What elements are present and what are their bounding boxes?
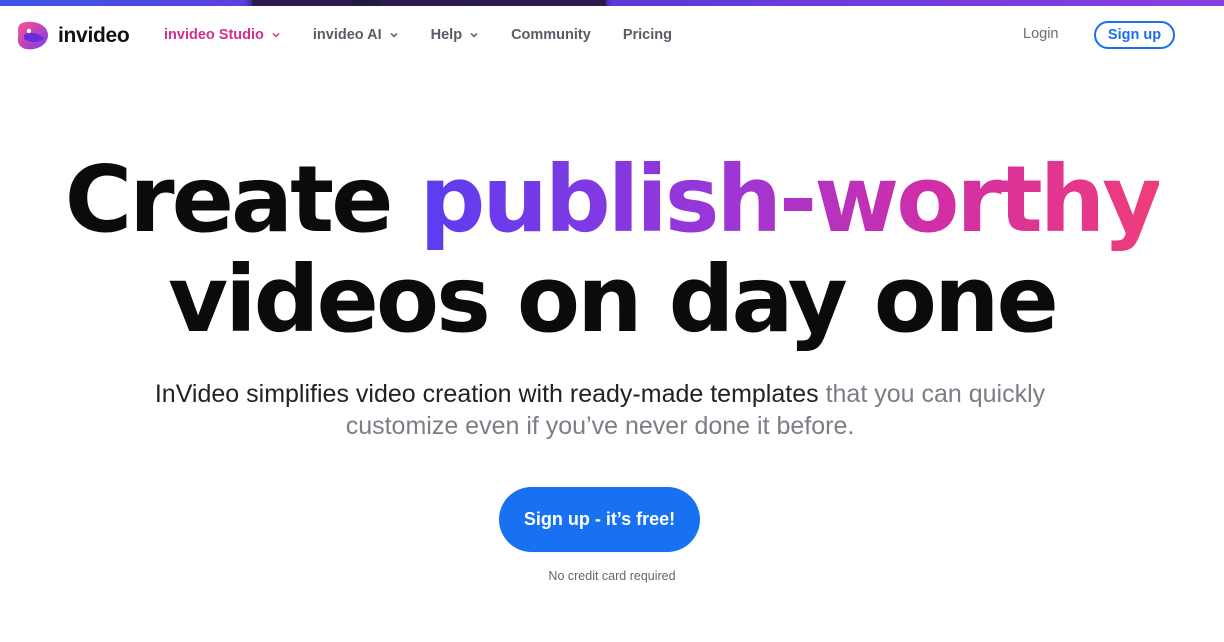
nav-item-label: Community (511, 27, 591, 43)
invideo-logo-icon (17, 21, 48, 50)
nav-item-label: Help (430, 27, 463, 43)
chevron-down-icon (469, 30, 479, 40)
hero-title: Create publish-worthy videos on day one (0, 150, 1224, 350)
brand-logo[interactable]: invideo (14, 17, 130, 55)
nav-item-community[interactable]: Community (511, 27, 591, 43)
login-link[interactable]: Login (1023, 26, 1058, 42)
hero-title-highlight: publish-worthy (419, 146, 1163, 253)
hero-subtitle: InVideo simplifies video creation with r… (150, 378, 1050, 442)
brand-name: invideo (58, 24, 130, 47)
signup-free-cta-button[interactable]: Sign up - it’s free! (499, 487, 700, 552)
chevron-down-icon (271, 30, 281, 40)
nav-item-pricing[interactable]: Pricing (623, 27, 672, 43)
nav-item-label: invideo AI (312, 27, 382, 43)
nav-item-label: Pricing (622, 27, 672, 43)
signup-button[interactable]: Sign up (1094, 21, 1175, 49)
nav-item-invideo-studio[interactable]: invideo Studio (164, 27, 281, 43)
hero-subtitle-main: InVideo simplifies video creation with r… (154, 380, 819, 408)
top-navbar: invideo invideo Studio invideo AI Help C… (0, 6, 1224, 64)
nav-item-invideo-ai[interactable]: invideo AI (313, 27, 399, 43)
nav-item-label: invideo Studio (164, 27, 264, 43)
chevron-down-icon (389, 30, 399, 40)
hero-title-part1: Create (64, 146, 420, 253)
no-credit-card-note: No credit card required (548, 569, 676, 583)
hero-title-line2: videos on day one (168, 246, 1059, 353)
nav-item-help[interactable]: Help (431, 27, 479, 43)
main-nav: invideo Studio invideo AI Help Community… (164, 6, 704, 64)
